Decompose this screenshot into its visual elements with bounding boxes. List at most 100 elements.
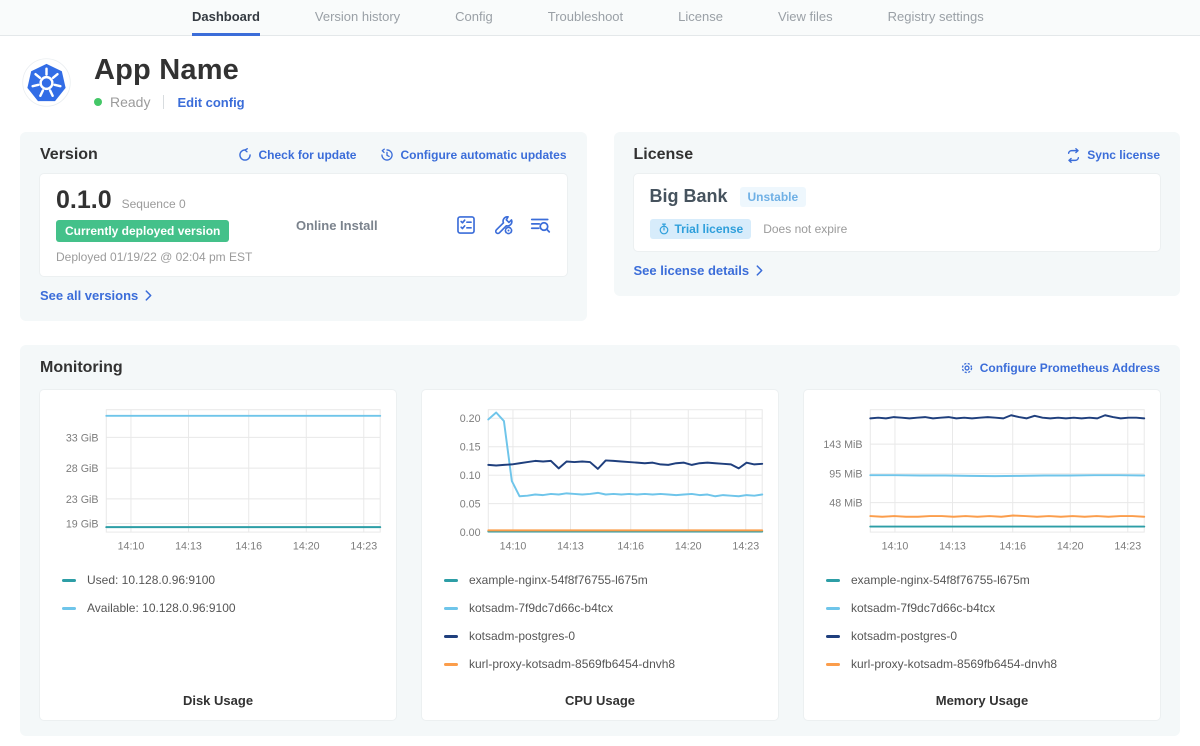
chart-title: Disk Usage [48, 685, 388, 710]
legend-label: kotsadm-postgres-0 [851, 629, 957, 643]
legend-swatch [826, 607, 840, 610]
tab-config[interactable]: Config [455, 0, 493, 36]
legend-swatch [444, 663, 458, 666]
tab-troubleshoot[interactable]: Troubleshoot [548, 0, 623, 36]
series-kotsadm-postgres-0 [488, 460, 762, 468]
x-axis-tick: 14:20 [1057, 541, 1084, 553]
legend-swatch [444, 579, 458, 582]
license-type-badge: Trial license [650, 219, 752, 239]
version-diff-button[interactable] [455, 214, 477, 236]
license-panel-title: License [634, 146, 694, 164]
legend-label: kotsadm-postgres-0 [469, 629, 575, 643]
series-kurl-proxy-kotsadm-8569fb6454- [870, 515, 1144, 516]
wrench-gear-icon [492, 214, 514, 236]
top-nav: Dashboard Version history Config Trouble… [0, 0, 1200, 36]
legend-item: example-nginx-54f8f76755-l675m [826, 573, 1152, 587]
divider [163, 95, 164, 109]
legend-swatch [62, 607, 76, 610]
y-axis-tick: 28 GiB [66, 463, 99, 475]
x-axis-tick: 14:10 [882, 541, 909, 553]
y-axis-tick: 33 GiB [66, 432, 99, 444]
x-axis-tick: 14:23 [1114, 541, 1141, 553]
tab-view-files[interactable]: View files [778, 0, 833, 36]
configure-automatic-updates-link[interactable]: Configure automatic updates [380, 148, 566, 162]
version-number: 0.1.0 [56, 186, 112, 214]
legend-swatch [826, 663, 840, 666]
y-axis-tick: 143 MiB [823, 439, 862, 451]
monitoring-panel: Monitoring Configure Prometheus Address … [20, 345, 1180, 736]
y-axis-tick: 0.20 [460, 413, 481, 425]
y-axis-tick: 23 GiB [66, 494, 99, 506]
logs-search-icon [529, 214, 551, 236]
legend-swatch [444, 635, 458, 638]
x-axis-tick: 14:23 [350, 541, 377, 553]
status-label: Ready [110, 94, 150, 110]
disk-usage-plot: 19 GiB 23 GiB 28 GiB 33 GiB 14:10 14:13 14:16 1… [48, 400, 388, 563]
y-axis-tick: 0.00 [460, 527, 481, 539]
version-sequence: Sequence 0 [122, 197, 186, 211]
legend-swatch [826, 579, 840, 582]
check-for-update-link[interactable]: Check for update [238, 148, 356, 162]
x-axis-tick: 14:20 [675, 541, 702, 553]
x-axis-tick: 14:16 [617, 541, 644, 553]
x-axis-tick: 14:13 [175, 541, 202, 553]
license-expiry: Does not expire [763, 222, 847, 236]
y-axis-tick: 0.05 [460, 499, 481, 511]
y-axis-tick: 19 GiB [66, 518, 99, 530]
tab-license[interactable]: License [678, 0, 723, 36]
tab-version-history[interactable]: Version history [315, 0, 400, 36]
disk-usage-legend: Used: 10.128.0.96:9100 Available: 10.128.… [62, 573, 388, 629]
channel-badge: Unstable [740, 187, 807, 207]
x-axis-tick: 14:10 [118, 541, 145, 553]
view-config-button[interactable] [492, 214, 514, 236]
legend-item: kurl-proxy-kotsadm-8569fb6454-dnvh8 [826, 657, 1152, 671]
legend-item: kotsadm-postgres-0 [444, 629, 770, 643]
x-axis-tick: 14:13 [557, 541, 584, 553]
cpu-usage-card: 0.00 0.05 0.10 0.15 0.20 14:10 14:13 14:16 14:20… [422, 390, 778, 720]
sync-license-link[interactable]: Sync license [1066, 148, 1160, 163]
y-axis-tick: 95 MiB [829, 469, 862, 481]
refresh-icon [238, 148, 252, 162]
configure-prometheus-link[interactable]: Configure Prometheus Address [960, 361, 1160, 375]
x-axis-tick: 14:13 [939, 541, 966, 553]
cpu-usage-legend: example-nginx-54f8f76755-l675mkotsadm-7f… [444, 573, 770, 685]
chart-title: Memory Usage [812, 685, 1152, 710]
license-card: Big Bank Unstable Trial license Does not… [634, 174, 1161, 251]
gear-icon [960, 361, 974, 375]
status-dot [94, 98, 102, 106]
sync-arrows-icon [1066, 148, 1081, 163]
legend-item: Used: 10.128.0.96:9100 [62, 573, 388, 587]
legend-label: Available: 10.128.0.96:9100 [87, 601, 236, 615]
series-kotsadm-7f9dc7d66c-b4tcx [870, 475, 1144, 476]
memory-usage-legend: example-nginx-54f8f76755-l675m kotsadm-7f… [826, 573, 1152, 685]
legend-item: Available: 10.128.0.96:9100 [62, 601, 388, 615]
x-axis-tick: 14:10 [500, 541, 527, 553]
y-axis-tick: 0.10 [460, 470, 481, 482]
deployed-badge: Currently deployed version [56, 220, 229, 242]
x-axis-tick: 14:16 [235, 541, 262, 553]
version-panel: Version Check for update [20, 132, 587, 321]
see-license-details-link[interactable]: See license details [634, 263, 764, 278]
view-logs-button[interactable] [529, 214, 551, 236]
edit-config-link[interactable]: Edit config [177, 95, 244, 110]
license-panel: License Sync license Big Bank Unstable [614, 132, 1181, 296]
legend-label: kotsadm-7f9dc7d66c-b4tcx [469, 601, 613, 615]
checklist-icon [455, 214, 477, 236]
legend-item: kotsadm-7f9dc7d66c-b4tcx [444, 601, 770, 615]
see-all-versions-link[interactable]: See all versions [40, 288, 152, 303]
legend-label: example-nginx-54f8f76755-l675m [851, 573, 1030, 587]
app-header: App Name Ready Edit config [0, 36, 1200, 110]
version-panel-title: Version [40, 146, 98, 164]
chevron-right-icon [756, 265, 763, 276]
legend-label: kotsadm-7f9dc7d66c-b4tcx [851, 601, 995, 615]
tab-dashboard[interactable]: Dashboard [192, 0, 260, 36]
tab-registry-settings[interactable]: Registry settings [888, 0, 984, 36]
install-type-label: Online Install [288, 218, 455, 233]
legend-label: kurl-proxy-kotsadm-8569fb6454-dnvh8 [851, 657, 1057, 671]
y-axis-tick: 0.15 [460, 442, 481, 454]
x-axis-tick: 14:20 [293, 541, 320, 553]
legend-swatch [62, 579, 76, 582]
clock-refresh-icon [380, 148, 394, 162]
legend-label: Used: 10.128.0.96:9100 [87, 573, 215, 587]
legend-swatch [826, 635, 840, 638]
